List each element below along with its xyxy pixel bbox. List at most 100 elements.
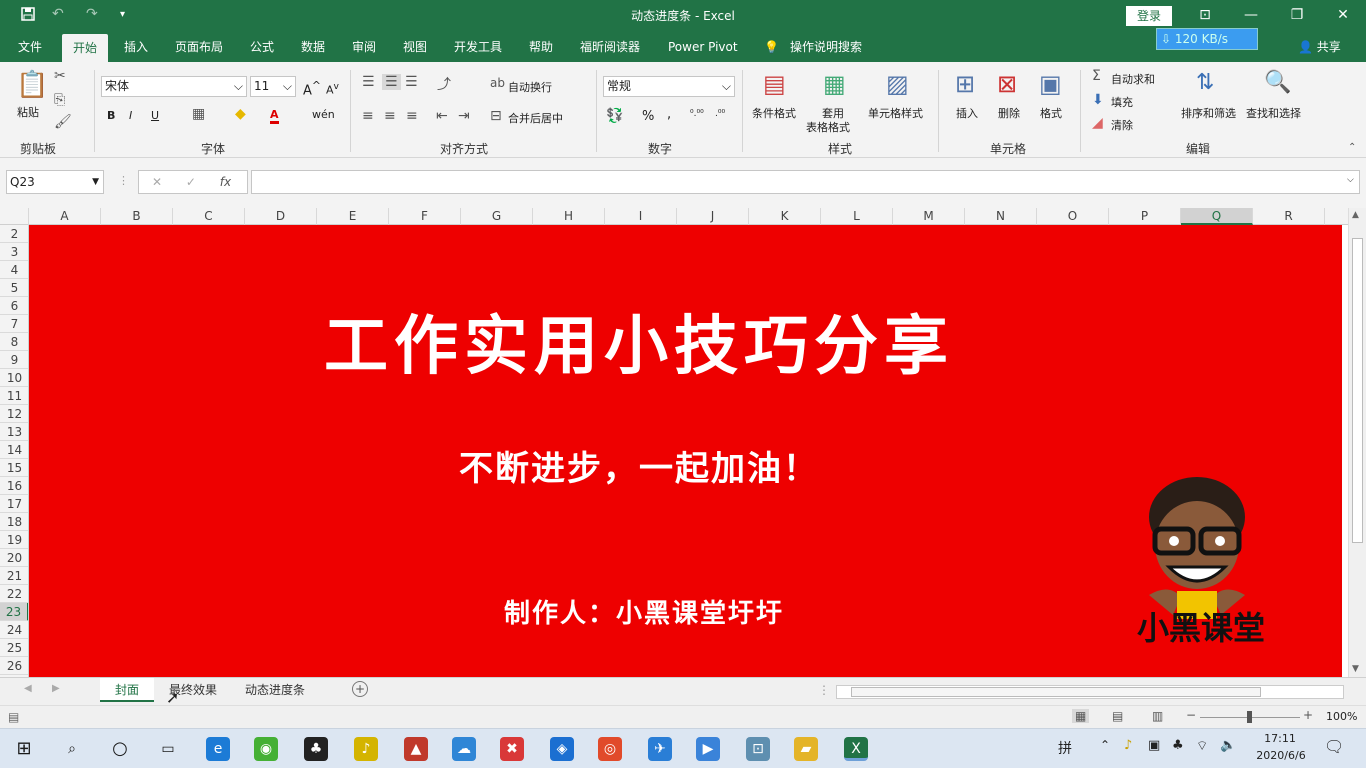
wrap-text-button[interactable]: 自动换行: [508, 79, 552, 95]
increase-decimal-icon[interactable]: ⁰.⁰⁰: [690, 109, 704, 119]
qq-icon[interactable]: ♣: [304, 737, 328, 761]
tab-formulas[interactable]: 公式: [248, 32, 276, 62]
notification-icon[interactable]: 🗨: [1324, 737, 1344, 756]
row-header[interactable]: 13: [0, 423, 28, 441]
align-center-icon[interactable]: ≡: [384, 108, 396, 124]
qq-music-icon[interactable]: ♪: [354, 737, 378, 761]
column-header-h[interactable]: H: [533, 208, 605, 225]
format-cells-button[interactable]: 格式: [1040, 105, 1062, 121]
paste-icon[interactable]: 📋: [16, 70, 48, 100]
feishu-icon[interactable]: ✈: [648, 737, 672, 761]
decrease-indent-icon[interactable]: ⇤: [436, 108, 448, 124]
autosum-button[interactable]: 自动求和: [1111, 71, 1155, 87]
align-right-icon[interactable]: ≡: [406, 108, 418, 124]
phonetic-icon[interactable]: wén: [312, 108, 335, 121]
split-handle-icon[interactable]: ⋮: [818, 683, 830, 697]
column-header-r[interactable]: R: [1253, 208, 1325, 225]
decrease-decimal-icon[interactable]: .⁰⁰: [715, 109, 725, 119]
align-bottom-icon[interactable]: ☰: [405, 74, 418, 90]
conditional-format-button[interactable]: 条件格式: [752, 105, 796, 121]
close-icon[interactable]: ✕: [1320, 0, 1366, 32]
bold-button[interactable]: B: [107, 109, 115, 122]
row-header[interactable]: 17: [0, 495, 28, 513]
vertical-scrollbar[interactable]: ▲ ▼: [1348, 208, 1366, 680]
insert-function-icon[interactable]: fx: [220, 175, 231, 189]
comma-button[interactable]: ,: [667, 107, 671, 122]
column-header-b[interactable]: B: [101, 208, 173, 225]
wechat-icon[interactable]: ◉: [254, 737, 278, 761]
baidu-netdisk-icon[interactable]: ☁: [452, 737, 476, 761]
column-header-q[interactable]: Q: [1181, 208, 1253, 225]
column-header-d[interactable]: D: [245, 208, 317, 225]
row-header[interactable]: 16: [0, 477, 28, 495]
xmind-icon[interactable]: ✖: [500, 737, 524, 761]
orientation-icon[interactable]: ⤴: [437, 74, 451, 94]
align-left-icon[interactable]: ≡: [362, 108, 374, 124]
column-header-i[interactable]: I: [605, 208, 677, 225]
macro-icon[interactable]: ▤: [8, 710, 19, 724]
underline-button[interactable]: U: [151, 109, 159, 122]
row-header[interactable]: 11: [0, 387, 28, 405]
expand-formula-icon[interactable]: ⌵: [1347, 175, 1354, 185]
row-header[interactable]: 26: [0, 657, 28, 675]
font-size-select[interactable]: 11 ⌵: [250, 76, 296, 97]
clock-date[interactable]: 2020/6/6: [1252, 749, 1310, 762]
tab-page-layout[interactable]: 页面布局: [173, 32, 225, 62]
font-color-icon[interactable]: A: [270, 108, 279, 124]
tab-help[interactable]: 帮助: [527, 32, 555, 62]
row-header[interactable]: 14: [0, 441, 28, 459]
number-format-select[interactable]: 常规 ⌵: [603, 76, 735, 97]
row-header[interactable]: 6: [0, 297, 28, 315]
column-header-e[interactable]: E: [317, 208, 389, 225]
sort-filter-button[interactable]: 排序和筛选: [1181, 105, 1236, 121]
row-header[interactable]: 25: [0, 639, 28, 657]
horizontal-scrollbar[interactable]: [836, 685, 1344, 699]
row-header[interactable]: 19: [0, 531, 28, 549]
tray-expand-icon[interactable]: ⌃: [1100, 738, 1110, 752]
network-icon[interactable]: ⌔: [1196, 738, 1208, 754]
row-header[interactable]: 21: [0, 567, 28, 585]
tab-power-pivot[interactable]: Power Pivot: [666, 32, 740, 62]
zoom-level[interactable]: 100%: [1326, 710, 1357, 723]
collapse-ribbon-icon[interactable]: ⌃: [1348, 142, 1356, 153]
next-sheet-icon[interactable]: ▶: [52, 683, 60, 694]
row-header[interactable]: 12: [0, 405, 28, 423]
task-view-icon[interactable]: ▭: [156, 737, 180, 761]
insert-cells-button[interactable]: 插入: [956, 105, 978, 121]
tab-view[interactable]: 视图: [401, 32, 429, 62]
normal-view-icon[interactable]: ▦: [1072, 709, 1090, 723]
cut-icon[interactable]: ✂: [54, 68, 66, 84]
row-header[interactable]: 20: [0, 549, 28, 567]
delete-cells-button[interactable]: 删除: [998, 105, 1020, 121]
percent-button[interactable]: %: [642, 109, 654, 124]
row-header[interactable]: 3: [0, 243, 28, 261]
fill-button[interactable]: 填充: [1111, 94, 1133, 110]
scroll-thumb[interactable]: [1352, 238, 1363, 543]
tab-foxit[interactable]: 福昕阅读器: [578, 32, 642, 62]
prev-sheet-icon[interactable]: ◀: [24, 683, 32, 694]
video-player-icon[interactable]: ▶: [696, 737, 720, 761]
column-header-l[interactable]: L: [821, 208, 893, 225]
italic-button[interactable]: I: [129, 109, 132, 122]
increase-font-icon[interactable]: A^: [303, 79, 321, 98]
column-header-a[interactable]: A: [29, 208, 101, 225]
increase-indent-icon[interactable]: ⇥: [458, 108, 470, 124]
enter-icon[interactable]: ✓: [186, 175, 196, 189]
tell-me-search[interactable]: 操作说明搜索: [788, 32, 864, 62]
sheet-tab-progress[interactable]: 动态进度条: [232, 678, 318, 702]
scroll-down-icon[interactable]: ▼: [1352, 664, 1359, 674]
tab-review[interactable]: 审阅: [350, 32, 378, 62]
tray-device-icon[interactable]: ▣: [1148, 738, 1160, 753]
ime-indicator[interactable]: 拼: [1058, 738, 1072, 758]
column-header-j[interactable]: J: [677, 208, 749, 225]
tab-insert[interactable]: 插入: [122, 32, 150, 62]
tray-music-icon[interactable]: ♪: [1124, 738, 1132, 753]
tab-file[interactable]: 文件: [16, 32, 44, 62]
cancel-icon[interactable]: ✕: [152, 175, 162, 189]
tab-home[interactable]: 开始: [62, 34, 108, 64]
align-top-icon[interactable]: ☰: [362, 74, 375, 90]
row-header[interactable]: 7: [0, 315, 28, 333]
column-header-o[interactable]: O: [1037, 208, 1109, 225]
row-header[interactable]: 9: [0, 351, 28, 369]
screen-capture-icon[interactable]: ⊡: [746, 737, 770, 761]
